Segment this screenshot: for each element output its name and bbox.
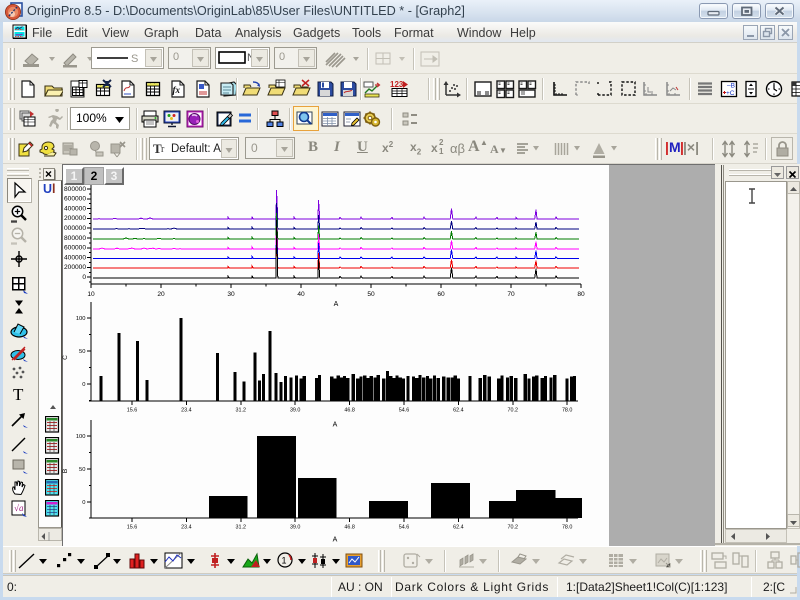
svg-text:1: 1	[282, 556, 287, 566]
svg-text:S: S	[131, 53, 138, 65]
svg-text:fx: fx	[173, 85, 181, 95]
svg-text:123: 123	[390, 80, 404, 89]
svg-text:–B: –B	[727, 83, 735, 90]
svg-text:√a: √a	[14, 503, 24, 513]
svg-text:+C: +C	[726, 90, 735, 97]
svg-text:T: T	[13, 385, 24, 404]
